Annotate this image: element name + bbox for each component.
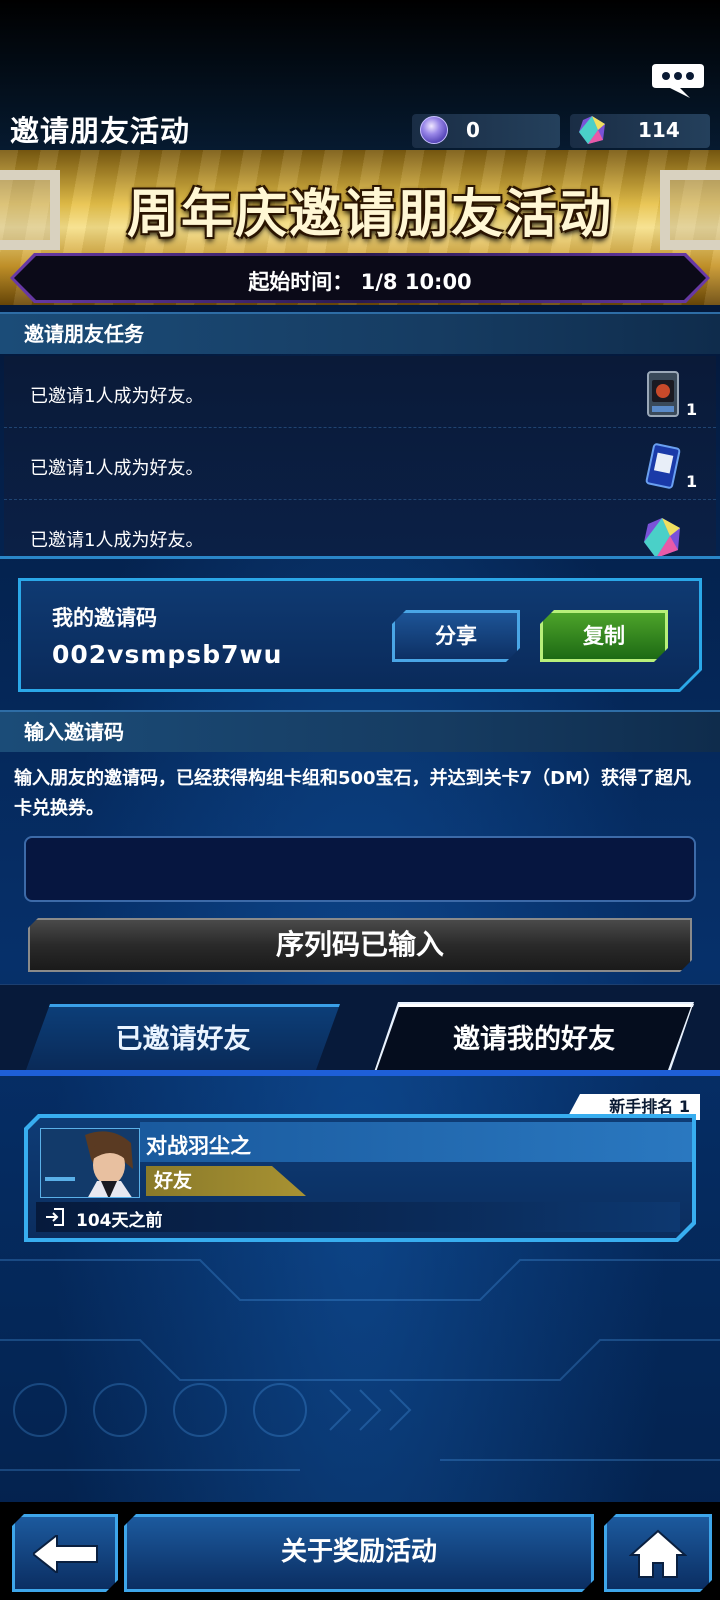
mission-item: 已邀请1人成为好友。 1 [4,428,716,500]
enter-code-description: 输入朋友的邀请码，已经获得构组卡组和500宝石，并达到关卡7（DM）获得了超凡卡… [14,768,691,819]
banner-ornament-right [660,170,720,250]
reward-quantity: 1 [686,400,698,419]
mission-text: 已邀请1人成为好友。 [30,530,204,551]
home-icon [629,1529,687,1578]
banner-ornament-left [0,170,60,250]
mission-text: 已邀请1人成为好友。 [30,458,204,479]
home-button[interactable] [604,1514,712,1592]
card-pack-icon [647,371,679,417]
mission-item: 已邀请1人成为好友。 [4,500,716,558]
gem-currency: 114 [570,114,710,148]
ticket-card-icon [645,443,681,489]
gem-icon [579,116,605,144]
avatar-portrait-icon [41,1129,139,1197]
mission-list-divider [0,556,720,559]
tab-friends-who-invited-me[interactable]: 邀请我的好友 [374,1004,694,1070]
missions-header: 邀请朋友任务 [0,312,720,354]
arrow-left-icon [33,1535,98,1573]
invite-code-input[interactable] [24,836,696,902]
mission-list[interactable]: 已邀请1人成为好友。 1 已邀请1人成为好友。 1 已邀请1人成为好友。 [4,356,716,558]
mission-item: 已邀请1人成为好友。 1 [4,356,716,428]
banner-title: 周年庆邀请朋友活动 [126,185,613,245]
enter-code-header: 输入邀请码 [0,710,720,752]
start-time: 起始时间： 1/8 10:00 [248,270,472,294]
invite-code-label: 我的邀请码 [52,606,157,630]
gem-count: 114 [638,118,680,142]
invite-code-value: 002vsmpsb7wu [52,640,283,669]
gem-icon [644,518,680,558]
back-button[interactable] [12,1514,118,1592]
tabs-underline [0,1070,720,1076]
orb-currency: 0 [412,114,560,148]
mission-text: 已邀请1人成为好友。 [30,386,204,407]
reward-quantity: 1 [686,472,698,491]
login-icon [46,1208,64,1226]
orb-count: 0 [466,118,480,142]
share-button[interactable]: 分享 [392,610,520,662]
chat-icon[interactable] [650,60,706,100]
avatar [40,1128,140,1198]
about-reward-event-button[interactable]: 关于奖励活动 [124,1514,594,1592]
code-entered-button[interactable]: 序列码已输入 [28,918,692,972]
circuit-background-pattern [0,1259,720,1471]
friend-last-login: 104天之前 [76,1211,163,1231]
friend-name: 对战羽尘之 [146,1134,251,1158]
page-title: 邀请朋友活动 [10,114,191,148]
tab-invited-friends[interactable]: 已邀请好友 [26,1004,340,1070]
copy-button[interactable]: 复制 [540,610,668,662]
orb-icon [420,116,448,144]
